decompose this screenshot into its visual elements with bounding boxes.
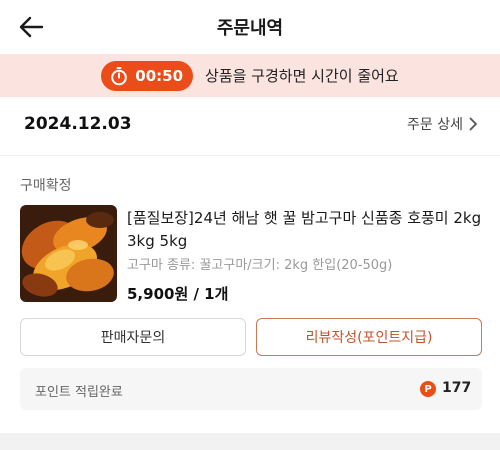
point-coin-icon: P: [420, 381, 436, 397]
stopwatch-icon: [109, 66, 129, 86]
order-status: 구매확정: [20, 178, 72, 194]
timer-badge: 00:50: [101, 60, 194, 91]
product-thumbnail[interactable]: [20, 205, 117, 302]
divider: [0, 155, 500, 156]
page-title: 주문내역: [216, 18, 284, 39]
write-review-button[interactable]: 리뷰작성(포인트지급): [256, 318, 482, 356]
timer-banner[interactable]: 00:50 상품을 구경하면 시간이 줄어요: [0, 54, 500, 97]
points-label: 포인트 적립완료: [35, 385, 123, 400]
product-option: 고구마 종류: 꿀고구마/크기: 2kg 한입(20-50g): [127, 258, 393, 273]
seller-inquiry-button[interactable]: 판매자문의: [20, 318, 246, 356]
order-date: 2024.12.03: [24, 114, 132, 134]
app-header: 주문내역: [0, 0, 500, 54]
section-divider: [0, 433, 500, 450]
points-value: 177: [442, 380, 472, 396]
points-box: 포인트 적립완료 P 177: [20, 368, 482, 410]
order-card: 2024.12.03 주문 상세 구매확정 [품질보장]24년 해남 햇 꿀 밤…: [0, 97, 500, 433]
product-price: 5,900원 / 1개: [127, 285, 229, 303]
chevron-right-icon: [469, 117, 478, 131]
timer-message: 상품을 구경하면 시간이 줄어요: [205, 67, 399, 85]
timer-value: 00:50: [135, 66, 184, 85]
order-detail-label: 주문 상세: [407, 117, 463, 133]
order-detail-link[interactable]: 주문 상세: [407, 114, 478, 134]
product-name[interactable]: [품질보장]24년 해남 햇 꿀 밤고구마 신품종 호풍미 2kg 3kg 5k…: [127, 207, 487, 253]
